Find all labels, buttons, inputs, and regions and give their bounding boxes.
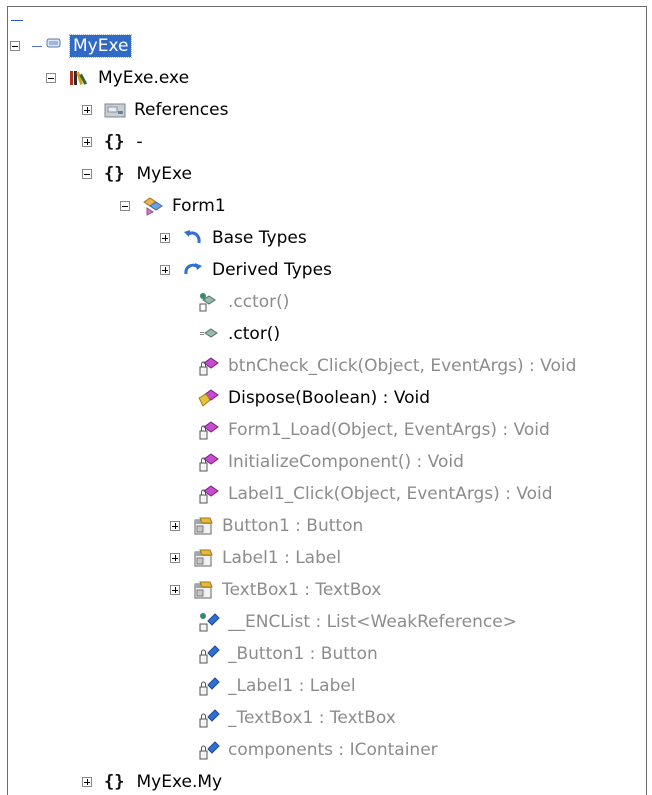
tree-node-label: Form1 (172, 196, 226, 216)
expand-toggle[interactable] (82, 777, 92, 787)
project-icon (44, 36, 62, 56)
references-folder-icon (104, 100, 126, 120)
tree-node-property[interactable]: Button1 : Button (170, 511, 363, 541)
tree-node-label: - (136, 132, 143, 152)
tree-node-label: MyExe.exe (98, 68, 190, 88)
tree-node-member[interactable]: .ctor() (198, 319, 280, 349)
property-icon (192, 580, 214, 600)
tree-node-label: Base Types (212, 228, 307, 248)
expand-toggle[interactable] (82, 137, 92, 147)
tree-node-label: MyExe.My (136, 772, 223, 792)
collapse-toggle[interactable] (120, 201, 130, 211)
tree-view[interactable]: MyExe MyExe.exe References {} - {} MyExe… (8, 7, 646, 795)
tree-node-label: .cctor() (228, 292, 290, 312)
tree-node-field[interactable]: components : IContainer (198, 735, 438, 765)
tree-node-field[interactable]: __ENCList : List<WeakReference> (198, 607, 517, 637)
namespace-icon: {} (104, 772, 125, 792)
expand-toggle[interactable] (170, 553, 180, 563)
private-field-icon (198, 708, 220, 728)
expand-toggle[interactable] (170, 521, 180, 531)
property-icon (192, 516, 214, 536)
collapse-toggle[interactable] (46, 73, 56, 83)
tree-node-field[interactable]: _TextBox1 : TextBox (198, 703, 396, 733)
tree-node-namespace-myexe[interactable]: {} MyExe (82, 159, 192, 189)
tree-node-field[interactable]: _Button1 : Button (198, 639, 378, 669)
tree-node-label: btnCheck_Click(Object, EventArgs) : Void (228, 356, 577, 376)
tree-node-member[interactable]: btnCheck_Click(Object, EventArgs) : Void (198, 351, 576, 381)
namespace-icon: {} (104, 164, 125, 184)
tree-node-label: __ENCList : List<WeakReference> (228, 612, 517, 632)
tree-node-member[interactable]: Dispose(Boolean) : Void (198, 383, 430, 413)
derived-types-icon (182, 260, 204, 280)
tree-node-label: Label1 : Label (222, 548, 342, 568)
tree-node-label: _Label1 : Label (228, 676, 356, 696)
protected-method-icon (198, 388, 220, 408)
tree-node-namespace-my[interactable]: {} MyExe.My (82, 767, 222, 795)
private-field-icon (198, 644, 220, 664)
tree-node-field[interactable]: _Label1 : Label (198, 671, 356, 701)
tree-node-label: TextBox1 : TextBox (222, 580, 382, 600)
tree-node-property[interactable]: Label1 : Label (170, 543, 341, 573)
tree-node-label: MyExe (136, 164, 192, 184)
method-icon (198, 324, 220, 344)
tree-node-derived-types[interactable]: Derived Types (160, 255, 332, 285)
tree-node-label: Form1_Load(Object, EventArgs) : Void (228, 420, 550, 440)
private-method-icon (198, 356, 220, 376)
assembly-icon (68, 68, 90, 88)
tree-node-label: References (134, 100, 229, 120)
connector-line (32, 45, 42, 47)
expand-toggle[interactable] (160, 233, 170, 243)
tree-node-label: Button1 : Button (222, 516, 364, 536)
tree-node-label: _Button1 : Button (228, 644, 378, 664)
tree-node-label: Derived Types (212, 260, 332, 280)
tree-node-label: Label1_Click(Object, EventArgs) : Void (228, 484, 553, 504)
namespace-icon: {} (104, 132, 125, 152)
collapse-toggle[interactable] (10, 41, 20, 51)
private-method-icon (198, 420, 220, 440)
tree-node-label: Dispose(Boolean) : Void (228, 388, 431, 408)
tree-node-property[interactable]: TextBox1 : TextBox (170, 575, 381, 605)
expand-toggle[interactable] (82, 105, 92, 115)
tree-node-form1[interactable]: Form1 (120, 191, 226, 221)
object-browser-tree: MyExe MyExe.exe References {} - {} MyExe… (7, 6, 647, 795)
tree-node-label: components : IContainer (228, 740, 438, 760)
collapse-toggle[interactable] (82, 169, 92, 179)
tree-node-label: InitializeComponent() : Void (228, 452, 464, 472)
tree-node-member[interactable]: Label1_Click(Object, EventArgs) : Void (198, 479, 553, 509)
private-field-icon (198, 740, 220, 760)
expand-toggle[interactable] (170, 585, 180, 595)
base-types-icon (182, 228, 204, 248)
tree-node-label: MyExe (68, 34, 133, 58)
private-method-icon (198, 484, 220, 504)
tree-node-label: _TextBox1 : TextBox (228, 708, 396, 728)
class-icon (142, 196, 164, 216)
tree-node-member[interactable]: Form1_Load(Object, EventArgs) : Void (198, 415, 550, 445)
tree-node-root[interactable]: MyExe (10, 31, 133, 61)
tree-node-member[interactable]: InitializeComponent() : Void (198, 447, 464, 477)
private-field-icon (198, 676, 220, 696)
tree-node-label: .ctor() (228, 324, 281, 344)
property-icon (192, 548, 214, 568)
static-method-icon (198, 292, 220, 312)
tree-node-assembly[interactable]: MyExe.exe (46, 63, 189, 93)
tree-node-base-types[interactable]: Base Types (160, 223, 307, 253)
private-method-icon (198, 452, 220, 472)
static-field-icon (198, 612, 220, 632)
tree-node-namespace-empty[interactable]: {} - (82, 127, 143, 157)
expand-toggle[interactable] (160, 265, 170, 275)
tree-node-member[interactable]: .cctor() (198, 287, 289, 317)
tree-node-references[interactable]: References (82, 95, 228, 125)
